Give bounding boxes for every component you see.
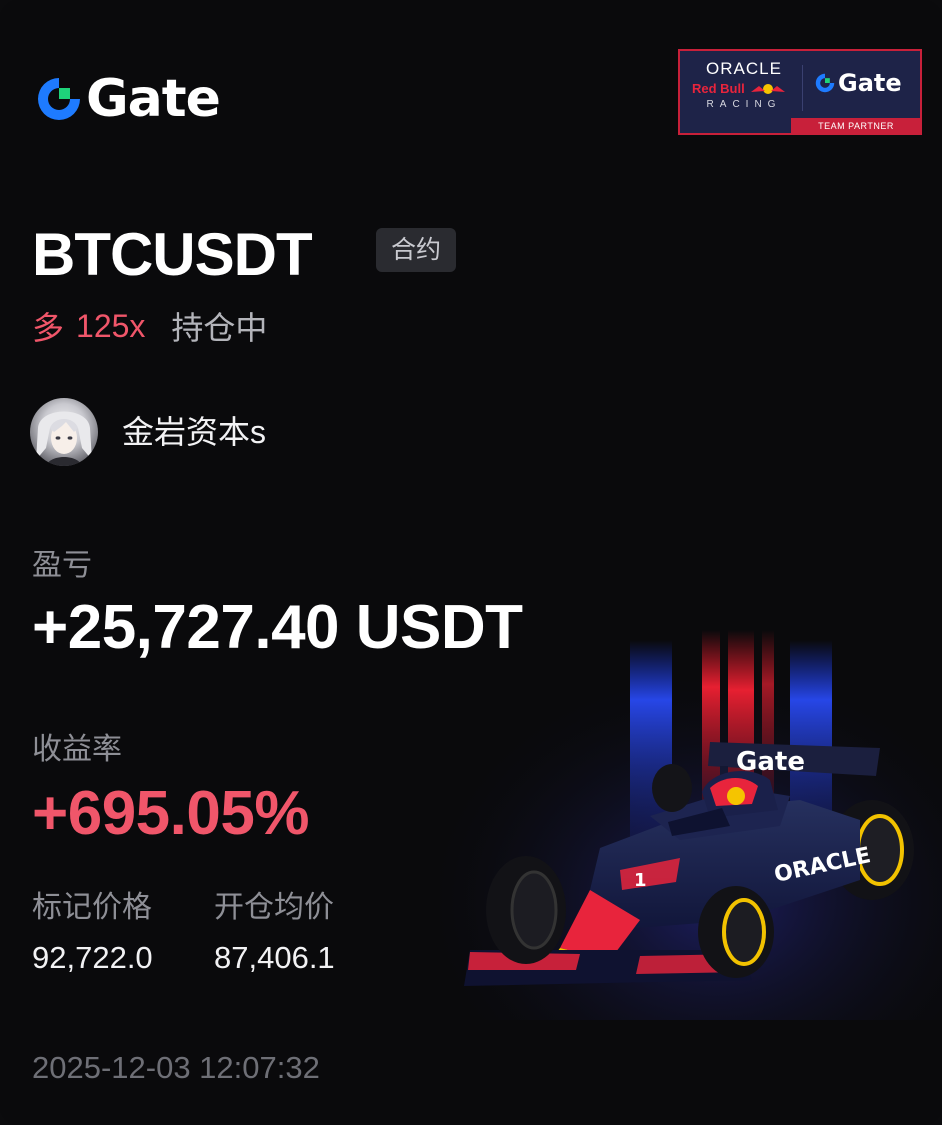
redbull-bulls-icon (750, 83, 785, 94)
avatar (30, 398, 98, 466)
entry-price-label: 开仓均价 (214, 891, 334, 924)
trading-pair: BTCUSDT (32, 221, 313, 288)
car-number: 1 (634, 870, 647, 891)
share-card: Gate ORACLE Red Bull RACING Gate TEAM PA… (0, 0, 942, 1125)
partner-oracle-text: ORACLE (706, 59, 782, 78)
position-side: 多 (32, 310, 65, 346)
pnl-label: 盈亏 (32, 549, 92, 582)
position-status: 持仓中 (171, 310, 268, 346)
partner-gate-logo: Gate (814, 69, 902, 97)
partner-divider (802, 65, 803, 111)
leverage: 125x (76, 307, 146, 344)
team-partner-label: TEAM PARTNER (791, 118, 921, 134)
partner-redbull-text: Red Bull (692, 81, 796, 96)
f1-car-illustration: Gate ORACLE 1 (440, 620, 942, 1020)
entry-price-value: 87,406.1 (214, 940, 335, 975)
gate-logo-text: Gate (86, 69, 221, 129)
roi-label: 收益率 (32, 733, 122, 766)
position-info: 多 125x 持仓中 (32, 306, 268, 347)
partner-racing-text: RACING (706, 99, 782, 110)
mark-price-value: 92,722.0 (32, 940, 153, 975)
team-partner-badge: ORACLE Red Bull RACING Gate TEAM PARTNER (678, 49, 922, 135)
username: 金岩资本s (122, 414, 267, 450)
gate-logo: Gate (34, 69, 221, 129)
mark-price-label: 标记价格 (32, 891, 152, 924)
gate-logo-icon (815, 73, 835, 93)
timestamp: 2025-12-03 12:07:32 (32, 1050, 320, 1085)
roi-value: +695.05% (32, 779, 309, 848)
contract-type-tag: 合约 (376, 228, 456, 272)
gate-logo-icon (34, 74, 84, 124)
